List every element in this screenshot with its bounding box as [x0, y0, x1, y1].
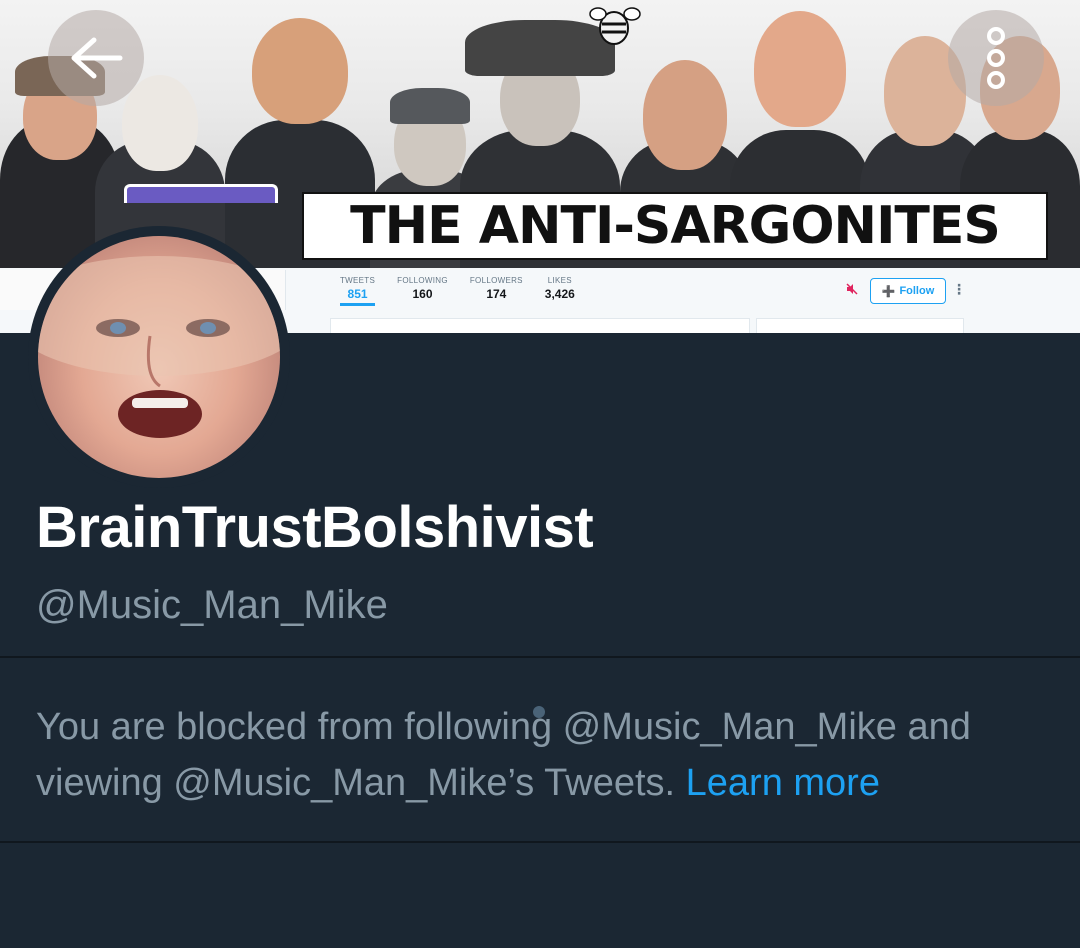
avatar-photo [38, 236, 280, 478]
section-divider [0, 656, 1080, 658]
arrow-left-icon [71, 37, 123, 79]
mini-stat-followers: FOLLOWERS 174 [469, 276, 523, 301]
follow-person-icon: ➕ [881, 285, 896, 298]
mini-stat-tweets: TWEETS 851 [340, 276, 376, 306]
banner-mini-stats: TWEETS 851 FOLLOWING 160 FOLLOWERS 174 L… [340, 276, 575, 306]
banner-mini-tabs [330, 318, 750, 333]
touch-indicator-dot [533, 706, 545, 718]
avatar-face-image [38, 256, 280, 478]
profile-display-name: BrainTrustBolshivist [36, 495, 594, 560]
blocked-notice: You are blocked from following @Music_Ma… [36, 699, 1056, 811]
learn-more-link[interactable]: Learn more [686, 762, 880, 804]
mini-stat-following: FOLLOWING 160 [397, 276, 448, 301]
banner-mini-side-panel [756, 318, 964, 333]
mute-icon [846, 283, 858, 298]
banner-title: THE ANTI-SARGONITES [302, 192, 1048, 260]
profile-avatar[interactable] [28, 226, 290, 488]
vertical-dots-icon [987, 27, 1005, 89]
mini-stat-likes: LIKES 3,426 [544, 276, 575, 301]
back-button[interactable] [48, 10, 144, 106]
banner-mini-more-icon: ⋮ [952, 281, 966, 297]
banner-mini-follow-button: ➕ Follow [870, 278, 946, 304]
section-divider [0, 841, 1080, 843]
bee-icon [589, 7, 641, 45]
banner-mini-avatar [124, 184, 278, 203]
profile-handle: @Music_Man_Mike [36, 583, 388, 627]
overflow-menu-button[interactable] [948, 10, 1044, 106]
